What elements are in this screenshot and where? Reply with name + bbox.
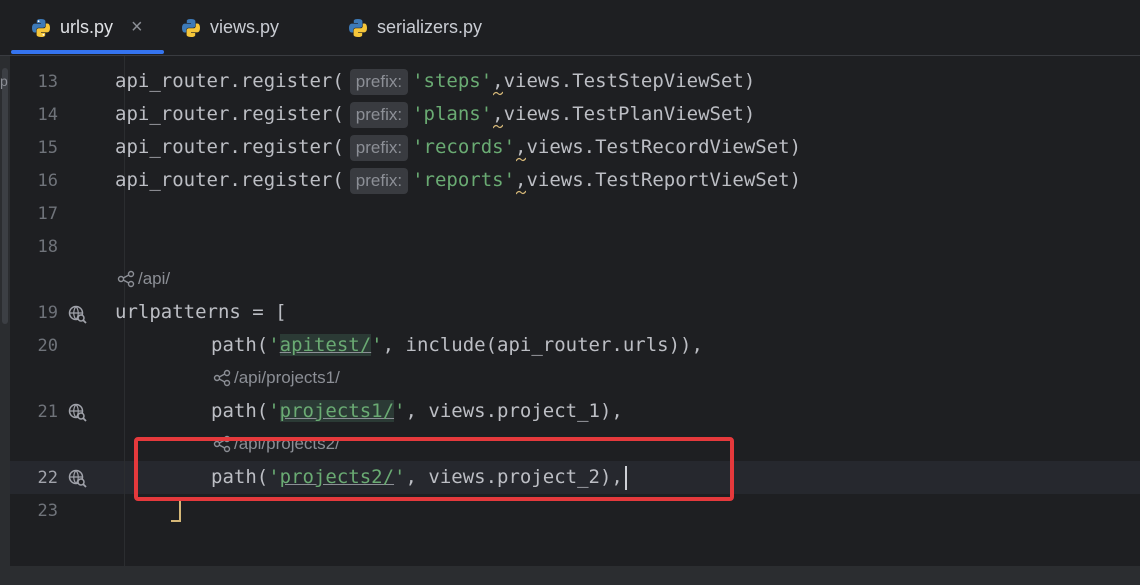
close-tab-icon[interactable]: × [131,16,143,39]
tab-serializers-py[interactable]: serializers.py [348,0,482,55]
warning-squiggle [516,157,527,162]
tab-label: serializers.py [377,17,483,37]
line-number: 20 [37,336,58,356]
warning-squiggle [493,91,504,96]
line-number: 22 [37,468,58,488]
left-tool-strip: p [0,56,10,566]
line-number: 21 [37,402,58,422]
tab-label: urls.py [60,17,114,37]
vertical-scrollbar[interactable] [2,68,8,324]
code-line[interactable]: path('projects1/', views.project_1), [211,395,623,428]
warning-squiggle [493,124,504,129]
code-line[interactable]: urlpatterns = [ [115,296,287,329]
line-number: 23 [37,501,58,521]
tab-views-py[interactable]: views.py [181,0,279,55]
url-endpoint-icon[interactable] [67,468,87,488]
left-strip-char: p [0,73,8,89]
status-bar [0,566,1140,585]
line-number: 17 [37,204,58,224]
tab-label: views.py [210,17,280,37]
python-file-icon [349,18,367,37]
line-number: 19 [37,303,58,323]
editor-tab-bar: urls.py × views.py serializers.py [0,0,1140,56]
line-number: 14 [37,105,58,125]
parameter-hint: prefix: [349,168,409,194]
line-number: 16 [37,171,58,191]
line-number: 18 [37,237,58,257]
highlight-box [134,437,734,501]
parameter-hint: prefix: [349,69,409,95]
tab-urls-py[interactable]: urls.py × [31,0,143,55]
url-endpoint-icon[interactable] [67,304,87,324]
parameter-hint: prefix: [349,135,409,161]
code-editor[interactable]: 13 14 15 16 17 18 19 20 21 22 23 api_rou… [10,56,1140,566]
code-line[interactable]: api_router.register(prefix:'records', vie… [115,131,801,164]
code-line[interactable]: path('apitest/', include(api_router.urls… [211,329,703,362]
code-line[interactable]: api_router.register(prefix:'steps', views… [115,65,755,98]
active-tab-indicator [11,50,164,54]
share-icon [213,369,231,387]
code-line[interactable]: api_router.register(prefix:'plans', views… [115,98,755,131]
line-number: 15 [37,138,58,158]
parameter-hint: prefix: [349,102,409,128]
warning-squiggle [516,190,527,195]
closing-bracket [171,500,181,522]
python-file-icon [32,18,50,37]
share-icon [117,270,135,288]
url-annotation[interactable]: /api/ [117,269,170,289]
url-endpoint-icon[interactable] [67,402,87,422]
url-annotation[interactable]: /api/projects1/ [213,368,340,388]
line-number: 13 [37,72,58,92]
code-line[interactable]: api_router.register(prefix:'reports', vie… [115,164,801,197]
python-file-icon [182,18,200,37]
